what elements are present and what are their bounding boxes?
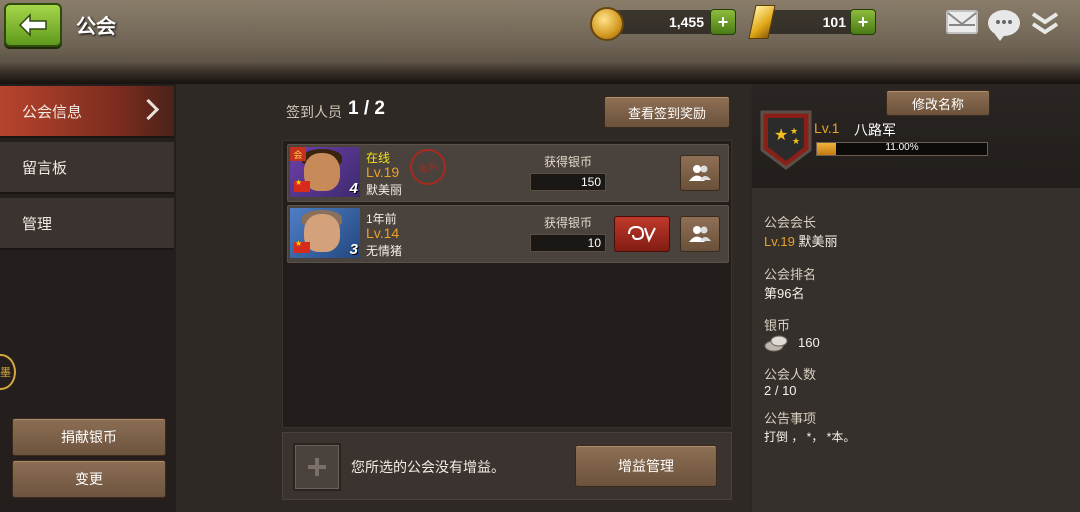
kick-member-button[interactable] [614, 216, 670, 252]
guild-info-panel: 修改名称 ★ ★ ★ Lv.1 八路军 11.00% 公会会长 Lv.19 默美… [752, 84, 1080, 512]
guild-emblem-icon: ★ ★ ★ [760, 110, 812, 170]
china-flag-icon [294, 239, 310, 253]
donate-silver-button[interactable]: 捐献银币 [12, 418, 166, 456]
chat-icon[interactable] [988, 10, 1020, 41]
collapse-menu-icon[interactable] [1030, 10, 1060, 38]
avatar-level: 4 [349, 180, 358, 197]
rank-value: 第96名 [764, 286, 805, 301]
leader-level: Lv.19 [764, 234, 795, 249]
guild-exp-percent: 11.00% [885, 142, 919, 153]
top-bar: 公会 1,455 + 101 + [0, 0, 1080, 84]
svg-text:★: ★ [790, 127, 798, 137]
add-coins-button[interactable]: + [710, 9, 736, 35]
mail-icon[interactable] [946, 10, 978, 34]
avatar[interactable]: 3 [290, 208, 360, 258]
earn-silver-label: 获得银币 [544, 216, 593, 230]
back-button[interactable] [4, 3, 62, 47]
china-flag-icon [294, 178, 310, 192]
member-list: 会 4 在线 Lv.19 默美丽 签到 获得银币 150 3 1年前 Lv.14… [282, 140, 732, 428]
rank-label: 公会排名 [764, 267, 817, 282]
earn-silver-label: 获得银币 [544, 155, 593, 169]
friends-icon [689, 226, 711, 242]
silver-value: 160 [798, 335, 820, 350]
sidebar-item-message-board[interactable]: 留言板 [0, 142, 174, 194]
coin-icon [590, 7, 624, 41]
members-value: 2 / 10 [764, 383, 797, 398]
gold-counter: 101 + [748, 5, 880, 39]
add-friend-button[interactable] [680, 216, 720, 252]
sidebar-item-label: 管理 [22, 215, 53, 233]
member-name: 默美丽 [366, 183, 403, 197]
sidebar-item-guild-info[interactable]: 公会信息 [0, 86, 174, 138]
silver-label: 银币 [764, 318, 791, 333]
notice-label: 公告事项 [764, 411, 817, 426]
guild-exp-bar: 11.00% [816, 142, 988, 156]
add-gold-button[interactable]: + [850, 9, 876, 35]
member-level: Lv.19 [366, 164, 400, 180]
sidebar-item-label: 公会信息 [22, 103, 83, 121]
side-seal-badge[interactable]: 墨 [0, 354, 16, 390]
svg-text:★: ★ [774, 125, 788, 144]
leader-value: Lv.19 默美丽 [764, 231, 837, 250]
back-arrow-icon [18, 13, 47, 37]
notice-value: 打倒 ， *， *本。 [764, 430, 856, 444]
bonus-manage-button[interactable]: 增益管理 [575, 445, 717, 487]
sidebar-item-label: 留言板 [22, 159, 68, 177]
signin-label: 签到人员 [286, 104, 342, 120]
svg-text:★: ★ [792, 137, 800, 147]
leader-name: 默美丽 [798, 234, 838, 249]
guild-level: Lv.1 [814, 120, 840, 136]
chevron-right-icon [137, 98, 160, 121]
friends-icon [689, 165, 711, 181]
member-level: Lv.14 [366, 225, 400, 241]
member-name: 无情猪 [366, 244, 403, 258]
rename-guild-button[interactable]: 修改名称 [886, 90, 990, 116]
members-label: 公会人数 [764, 367, 817, 382]
coin-counter: 1,455 + [590, 7, 740, 41]
sidebar-item-manage[interactable]: 管理 [0, 198, 174, 250]
guild-name: 八路军 [854, 122, 896, 138]
signed-in-stamp: 签到 [405, 144, 451, 190]
avatar-tag: 会 [290, 147, 306, 161]
bonus-slot[interactable] [293, 443, 341, 491]
earn-silver-value: 10 [530, 234, 606, 252]
page-title: 公会 [76, 16, 116, 38]
no-bonus-text: 您所选的公会没有增益。 [351, 459, 505, 475]
list-item: 3 1年前 Lv.14 无情猪 获得银币 10 [287, 205, 729, 263]
signin-count: 1 / 2 [348, 98, 385, 119]
gold-amount: 101 [766, 10, 854, 34]
avatar-level: 3 [349, 241, 358, 258]
silver-coin-icon [764, 335, 788, 352]
view-signin-rewards-button[interactable]: 查看签到奖励 [604, 96, 730, 128]
change-button[interactable]: 变更 [12, 460, 166, 498]
bonus-panel: 您所选的公会没有增益。 增益管理 [282, 432, 732, 500]
plus-icon [308, 458, 326, 476]
main-panel: 签到人员 1 / 2 查看签到奖励 会 4 在线 Lv.19 默美丽 签到 获得… [176, 84, 751, 512]
avatar[interactable]: 会 4 [290, 147, 360, 197]
earn-silver-value: 150 [530, 173, 606, 191]
leader-label: 公会会长 [764, 215, 817, 230]
add-friend-button[interactable] [680, 155, 720, 191]
kick-icon [628, 225, 656, 243]
top-icons [946, 10, 1060, 41]
sidebar: 公会信息 留言板 管理 墨 捐献银币 变更 [0, 84, 176, 512]
list-item: 会 4 在线 Lv.19 默美丽 签到 获得银币 150 [287, 144, 729, 202]
